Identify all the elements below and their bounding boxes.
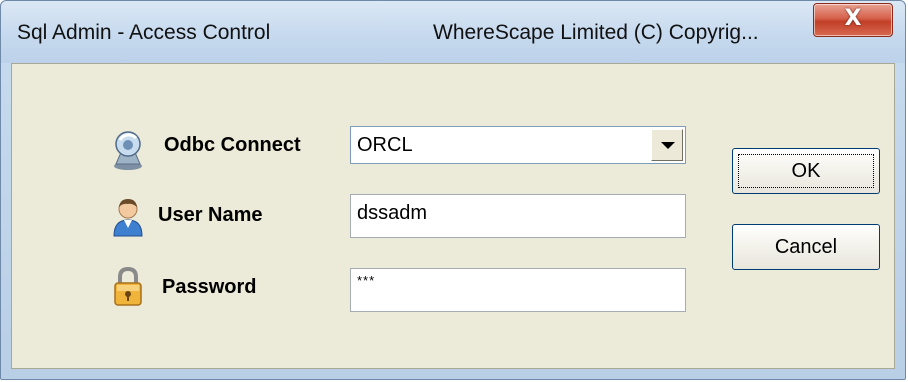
password-input[interactable]: *** — [350, 268, 686, 312]
database-icon — [108, 128, 148, 172]
user-name-value: dssadm — [357, 202, 428, 224]
close-button[interactable]: X — [813, 3, 893, 37]
password-label: Password — [162, 276, 257, 298]
cancel-button-label: Cancel — [774, 236, 838, 258]
odbc-connect-value: ORCL — [357, 134, 413, 156]
ok-button-label: OK — [791, 160, 821, 182]
user-icon — [108, 194, 148, 238]
cancel-button[interactable]: Cancel — [732, 224, 880, 270]
lock-icon — [108, 264, 148, 308]
window-title-copyright: WhereScape Limited (C) Copyrig... — [433, 21, 759, 44]
chevron-down-icon[interactable] — [651, 129, 683, 161]
user-name-input[interactable]: dssadm — [350, 194, 686, 238]
user-name-label: User Name — [158, 204, 263, 226]
dialog-body: Odbc Connect ORCL User Name dssadm Passw… — [11, 63, 895, 369]
title-bar[interactable]: Sql Admin - Access Control WhereScape Li… — [1, 1, 905, 63]
dialog-window: Sql Admin - Access Control WhereScape Li… — [0, 0, 906, 380]
ok-button[interactable]: OK — [732, 148, 880, 194]
password-value: *** — [357, 273, 376, 288]
close-icon: X — [844, 6, 862, 31]
odbc-connect-select[interactable]: ORCL — [350, 126, 686, 164]
odbc-connect-label: Odbc Connect — [164, 134, 301, 156]
window-title: Sql Admin - Access Control — [17, 21, 271, 44]
